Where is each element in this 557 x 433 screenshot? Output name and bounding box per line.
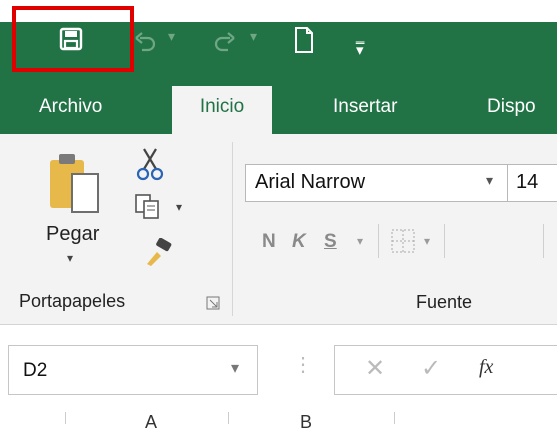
font-group-label: Fuente bbox=[416, 292, 473, 312]
redo-dropdown-icon[interactable]: ▾ bbox=[250, 28, 257, 45]
font-name-value[interactable]: Arial Narrow bbox=[255, 171, 365, 194]
name-box[interactable]: D2 ▾ bbox=[8, 345, 258, 395]
copy-icon[interactable] bbox=[134, 193, 166, 219]
font-size-value[interactable]: 14 bbox=[516, 171, 538, 194]
italic-button[interactable]: K bbox=[292, 231, 306, 253]
font-separator bbox=[543, 224, 544, 258]
insert-function-icon[interactable]: fx bbox=[479, 356, 493, 379]
redo-icon[interactable] bbox=[212, 30, 238, 54]
column-divider bbox=[65, 412, 66, 424]
cancel-icon[interactable]: ✕ bbox=[365, 354, 385, 383]
copy-dropdown-icon[interactable]: ▾ bbox=[176, 200, 182, 214]
column-header-b[interactable]: B bbox=[300, 412, 312, 433]
paste-label[interactable]: Pegar bbox=[46, 223, 99, 246]
cut-icon[interactable] bbox=[136, 147, 164, 181]
font-name-dropdown-icon[interactable]: ▾ bbox=[486, 172, 493, 189]
formula-bar-grip-icon[interactable]: ⋮ bbox=[293, 352, 313, 377]
tab-archivo[interactable]: Archivo bbox=[39, 86, 102, 134]
column-header-a[interactable]: A bbox=[145, 412, 157, 433]
new-document-icon[interactable] bbox=[293, 26, 315, 54]
borders-dropdown-icon[interactable]: ▾ bbox=[424, 234, 430, 248]
borders-icon[interactable] bbox=[390, 228, 416, 254]
format-painter-icon[interactable] bbox=[143, 238, 173, 268]
undo-dropdown-icon[interactable]: ▾ bbox=[168, 28, 175, 45]
clipboard-group-label: Portapapeles bbox=[19, 291, 126, 311]
customize-qat-icon[interactable]: ‗ ▾ bbox=[356, 29, 364, 58]
tab-disposicion[interactable]: Dispo bbox=[487, 86, 536, 134]
paste-icon[interactable] bbox=[48, 152, 100, 214]
font-size-combo[interactable]: 14 bbox=[507, 164, 557, 202]
name-box-value[interactable]: D2 bbox=[23, 360, 47, 382]
column-divider bbox=[228, 412, 229, 424]
save-icon bbox=[59, 27, 83, 51]
tab-inicio[interactable]: Inicio bbox=[172, 86, 272, 134]
underline-button[interactable]: S bbox=[324, 231, 337, 253]
formula-bar[interactable]: ✕ ✓ fx bbox=[334, 345, 557, 395]
clipboard-launcher-icon[interactable] bbox=[206, 296, 220, 310]
font-separator bbox=[378, 224, 379, 258]
bold-button[interactable]: N bbox=[262, 231, 276, 253]
column-divider bbox=[394, 412, 395, 424]
enter-icon[interactable]: ✓ bbox=[421, 354, 441, 383]
name-box-dropdown-icon[interactable]: ▾ bbox=[231, 358, 239, 378]
font-name-combo[interactable]: Arial Narrow ▾ bbox=[245, 164, 509, 202]
undo-icon[interactable] bbox=[134, 30, 158, 54]
font-separator bbox=[444, 224, 445, 258]
ribbon-separator bbox=[232, 142, 233, 316]
tab-insertar[interactable]: Insertar bbox=[333, 86, 397, 134]
paste-dropdown-icon[interactable]: ▾ bbox=[67, 251, 73, 265]
underline-dropdown-icon[interactable]: ▾ bbox=[357, 234, 363, 248]
